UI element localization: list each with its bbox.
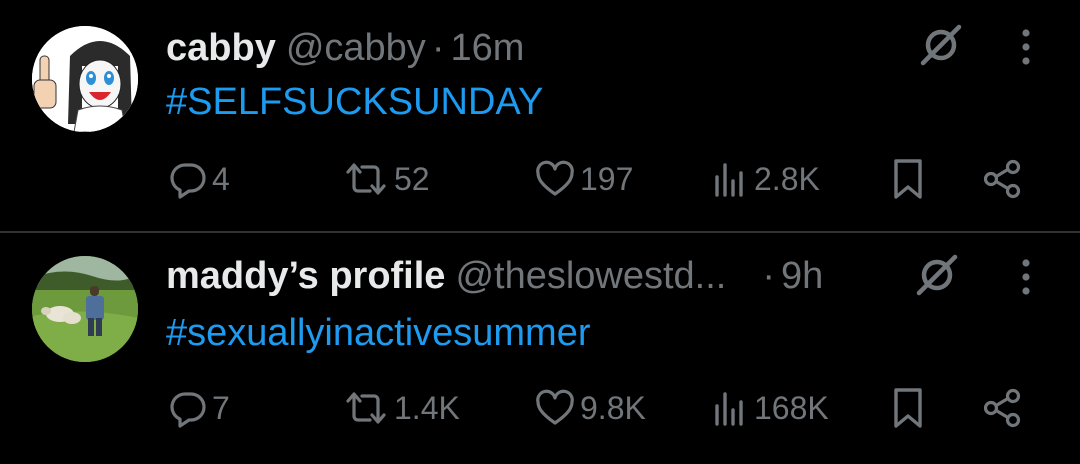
retweet-icon	[346, 392, 386, 424]
reply-icon	[170, 163, 206, 199]
field-photo-avatar-icon	[32, 256, 138, 362]
retweet-button[interactable]: 1.4K	[342, 386, 460, 430]
analytics-icon	[715, 163, 743, 197]
tweet[interactable]: cabby @cabby · 16m #SELFSUCKSUNDAY 4 52 …	[0, 0, 1080, 232]
reply-count: 4	[212, 160, 230, 197]
grok-button[interactable]	[914, 252, 960, 298]
views-button[interactable]: 2.8K	[710, 157, 820, 201]
more-dots-icon	[1022, 259, 1030, 295]
retweet-count: 52	[394, 160, 430, 197]
bookmark-button[interactable]	[888, 157, 928, 201]
grok-icon	[916, 254, 958, 296]
like-count: 9.8K	[580, 389, 646, 426]
tweet-text[interactable]: #SELFSUCKSUNDAY	[166, 78, 543, 126]
more-dots-icon	[1022, 29, 1030, 65]
tweet-header: cabby @cabby · 16m	[166, 24, 524, 72]
tweet-text[interactable]: #sexuallyinactivesummer	[166, 309, 591, 357]
reply-button[interactable]: 4	[168, 157, 230, 201]
view-count: 2.8K	[754, 160, 820, 197]
views-button[interactable]: 168K	[710, 386, 829, 430]
user-handle[interactable]: @cabby	[286, 27, 426, 69]
cartoon-character-avatar-icon	[32, 26, 138, 132]
more-options-button[interactable]	[1006, 254, 1046, 300]
share-button[interactable]	[980, 157, 1024, 201]
reply-count: 7	[212, 389, 230, 426]
like-button[interactable]: 9.8K	[534, 386, 646, 430]
separator-dot: ·	[431, 27, 445, 69]
avatar[interactable]	[32, 26, 138, 132]
like-count: 197	[580, 160, 634, 197]
retweet-count: 1.4K	[394, 389, 460, 426]
reply-icon	[170, 392, 206, 428]
grok-button[interactable]	[918, 22, 964, 68]
tweet-header: maddy’s profile @theslowestd... · 9h	[166, 252, 823, 300]
retweet-icon	[346, 163, 386, 195]
bookmark-icon	[894, 388, 922, 428]
like-button[interactable]: 197	[534, 157, 633, 201]
separator-dot: ·	[762, 255, 776, 297]
share-button[interactable]	[980, 386, 1024, 430]
more-options-button[interactable]	[1006, 24, 1046, 70]
display-name[interactable]: maddy’s profile	[166, 255, 445, 297]
heart-icon	[536, 389, 574, 425]
retweet-button[interactable]: 52	[342, 157, 430, 201]
heart-icon	[536, 160, 574, 196]
display-name[interactable]: cabby	[166, 27, 276, 69]
timeline: cabby @cabby · 16m #SELFSUCKSUNDAY 4 52 …	[0, 0, 1080, 464]
tweet[interactable]: maddy’s profile @theslowestd... · 9h #sexua…	[0, 233, 1080, 464]
share-icon	[983, 159, 1021, 199]
analytics-icon	[715, 392, 743, 426]
grok-icon	[920, 24, 962, 66]
view-count: 168K	[754, 389, 829, 426]
user-handle[interactable]: @theslowestd...	[455, 255, 726, 297]
bookmark-button[interactable]	[888, 386, 928, 430]
share-icon	[983, 388, 1021, 428]
timestamp[interactable]: 9h	[781, 255, 823, 297]
reply-button[interactable]: 7	[168, 386, 230, 430]
avatar[interactable]	[32, 256, 138, 362]
timestamp[interactable]: 16m	[450, 27, 524, 69]
bookmark-icon	[894, 159, 922, 199]
